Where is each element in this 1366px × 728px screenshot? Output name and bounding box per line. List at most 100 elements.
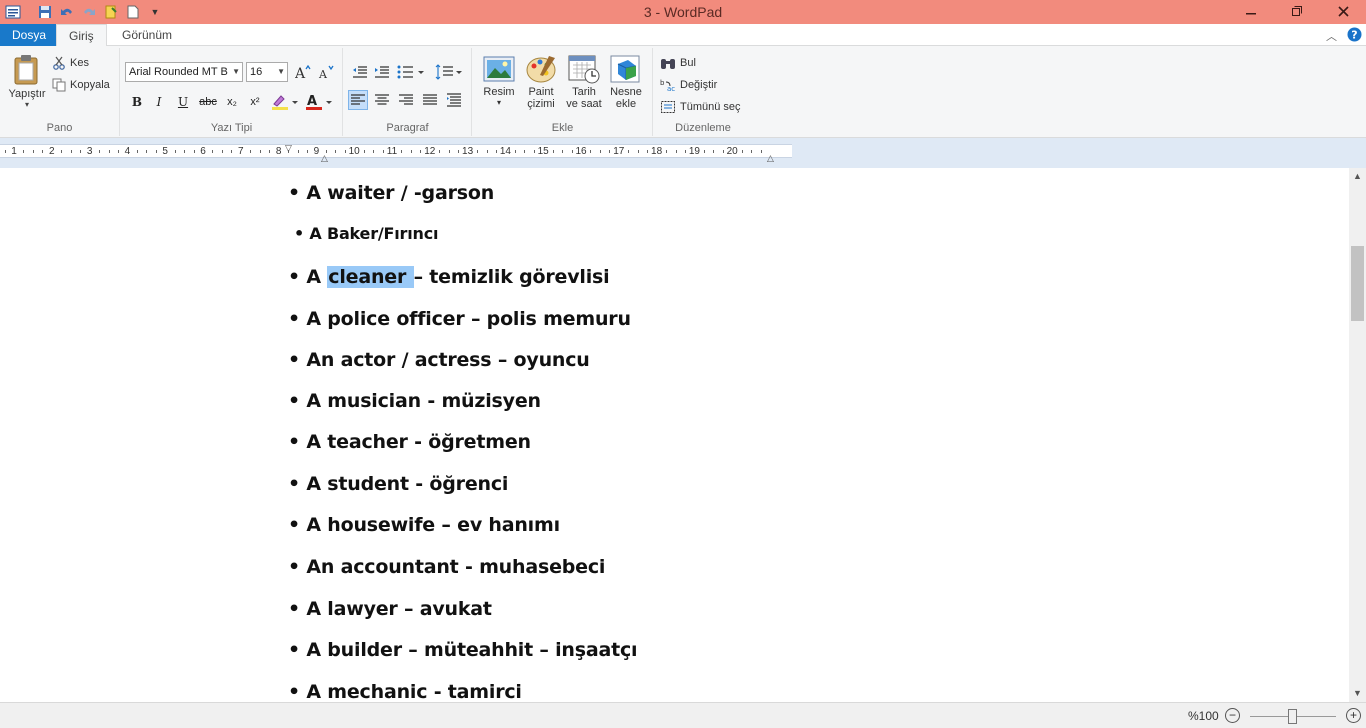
paint-drawing-button[interactable]: Paint çizimi [521,54,561,110]
line-text: • A teacher - öğretmen [288,431,531,453]
document-line[interactable]: • A cleaner – temizlik görevlisi [288,266,610,288]
scroll-up-arrow-icon[interactable]: ▲ [1349,168,1366,185]
ruler-tick [108,150,110,153]
ruler-number: 20 [726,146,738,157]
paragraph-settings-button[interactable] [444,90,464,110]
binoculars-icon [661,59,675,69]
font-color-button[interactable]: A [304,92,334,112]
align-right-button[interactable] [396,90,416,110]
horizontal-ruler[interactable]: 1 2 3 4 5 6 7 8 9 10 11 12 13 14 15 16 17 18 19 20 ▽ △ △ [0,143,792,163]
ruler-tick [184,150,186,153]
font-family-select[interactable]: Arial Rounded MT B ▼ [125,62,243,82]
document-line[interactable]: • A waiter / -garson [288,182,494,204]
line-text: • An accountant - muhasebeci [288,556,606,578]
ruler-tick [571,150,573,153]
document-area[interactable]: • A waiter / -garson • A Baker/Fırıncı • A… [0,168,1349,702]
close-button[interactable] [1320,0,1366,22]
right-indent-marker-icon[interactable]: △ [767,153,774,164]
bullet-list-icon [397,65,424,79]
tab-file[interactable]: Dosya [0,24,56,46]
ruler-number: 15 [537,146,549,157]
insert-date-time-button[interactable]: Tarih ve saat [563,54,605,110]
bullets-button[interactable] [396,62,428,82]
bold-button[interactable]: B [127,92,147,112]
chevron-down-icon: ▾ [496,98,501,107]
zoom-slider-thumb[interactable] [1288,709,1297,724]
ruler-tick [637,150,639,153]
font-size-select[interactable]: 16 ▼ [246,62,288,82]
document-line[interactable]: • A Baker/Fırıncı [294,224,438,243]
indent-marker-icon[interactable]: ▽ [285,143,292,154]
find-button[interactable]: Bul [660,56,696,70]
align-center-button[interactable] [372,90,392,110]
ruler-tick [722,150,724,153]
document-line[interactable]: • An accountant - muhasebeci [288,556,605,578]
document-line[interactable]: • A police officer – polis memuru [288,308,631,330]
ruler-tick [420,150,422,153]
insert-object-button[interactable]: Nesne ekle [607,54,645,110]
paste-button[interactable]: Yapıştır ▾ [6,54,48,109]
help-icon[interactable]: ? [1347,27,1362,45]
cut-button[interactable]: Kes [52,56,89,70]
line-text: • A mechanic - tamirci [288,681,522,702]
minimize-button[interactable] [1228,0,1274,22]
ruler-number: 10 [348,146,360,157]
ruler-tick [4,150,6,153]
scrollbar-thumb[interactable] [1351,246,1364,321]
document-line[interactable]: • A teacher - öğretmen [288,431,531,453]
scroll-down-arrow-icon[interactable]: ▼ [1349,685,1366,702]
subscript-button[interactable]: x₂ [222,92,242,112]
document-line[interactable]: • A lawyer – avukat [288,598,492,620]
font-group-label: Yazı Tipi [210,122,253,134]
left-indent-marker-icon[interactable]: △ [321,153,328,164]
scissors-icon [53,56,65,70]
underline-button[interactable]: U [173,92,193,112]
collapse-ribbon-chevron-icon[interactable]: ︿ [1326,28,1337,44]
line-text: • A musician - müzisyen [288,390,541,412]
zoom-in-button[interactable]: + [1346,708,1361,723]
align-left-icon [351,94,365,105]
maximize-button[interactable] [1274,0,1320,22]
italic-button[interactable]: I [149,92,169,112]
document-line[interactable]: • A mechanic - tamirci [288,681,522,702]
font-color-icon: A [306,94,332,110]
svg-text:?: ? [1351,29,1357,42]
font-group: Arial Rounded MT B ▼ 16 ▼ A A B I U abc … [121,48,343,136]
paste-dropdown-icon[interactable]: ▾ [6,100,48,109]
increase-indent-button[interactable] [372,62,392,82]
document-line[interactable]: • A builder – müteahhit – inşaatçı [288,639,638,661]
decrease-indent-button[interactable] [350,62,370,82]
shrink-font-button[interactable]: A [316,62,336,82]
ruler-tick [552,150,554,153]
tab-home[interactable]: Giriş [56,24,107,46]
ruler-tick [599,150,601,153]
picture-icon [483,56,515,82]
insert-picture-button[interactable]: Resim ▾ [481,54,517,107]
ruler-tick [533,150,535,153]
ruler-tick [675,150,677,153]
line-spacing-button[interactable] [434,62,466,82]
replace-button[interactable]: b ac Değiştir [660,78,717,92]
ruler-tick [562,150,564,153]
zoom-level: %100 [1188,709,1219,723]
svg-text:A: A [307,94,317,109]
vertical-scrollbar[interactable]: ▲ ▼ [1349,168,1366,702]
document-line[interactable]: • A housewife – ev hanımı [288,514,560,536]
align-left-button[interactable] [348,90,368,110]
tab-view[interactable]: Görünüm [110,24,184,46]
strikethrough-button[interactable]: abc [196,92,220,112]
select-all-button[interactable]: Tümünü seç [660,100,741,114]
ruler-number: 4 [124,146,131,157]
zoom-out-button[interactable]: − [1225,708,1240,723]
highlight-color-button[interactable] [270,92,300,112]
grow-font-button[interactable]: A [293,62,313,82]
ruler-number: 18 [651,146,663,157]
superscript-button[interactable]: x² [245,92,265,112]
document-line[interactable]: • An actor / actress – oyuncu [288,349,590,371]
highlighter-icon [272,95,298,110]
justify-button[interactable] [420,90,440,110]
document-line[interactable]: • A musician - müzisyen [288,390,541,412]
ruler-number: 11 [386,146,398,157]
copy-button[interactable]: Kopyala [52,78,110,92]
document-line[interactable]: • A student - öğrenci [288,473,508,495]
